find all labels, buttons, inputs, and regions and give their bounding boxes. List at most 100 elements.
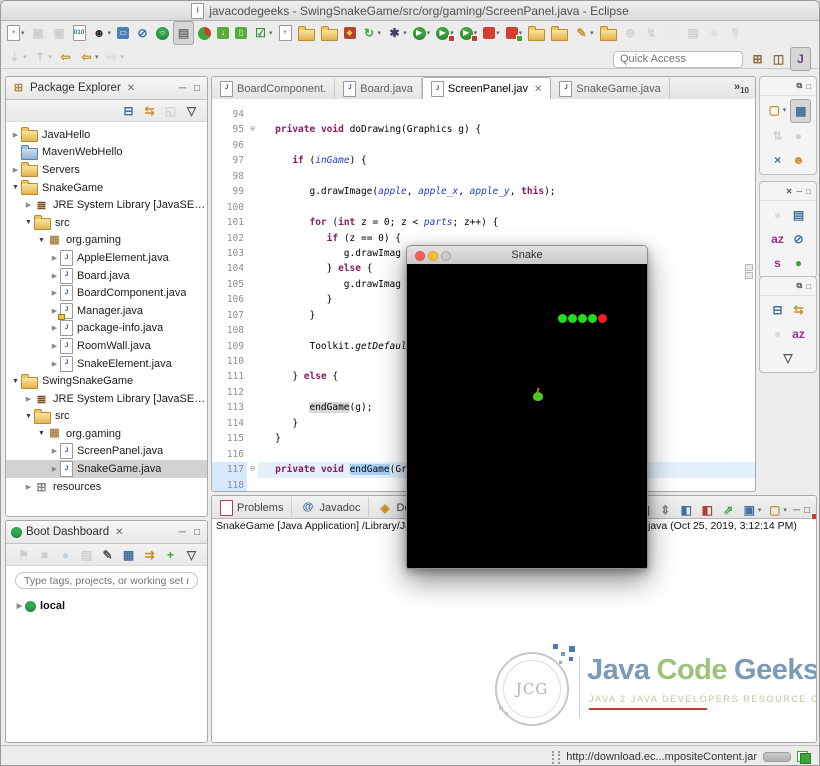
- tree-item[interactable]: ▶JSnakeElement.java: [6, 355, 207, 373]
- tree-item[interactable]: ▶JManager.java: [6, 302, 207, 320]
- import-button[interactable]: [526, 22, 547, 44]
- pin-console-button[interactable]: ⇗: [719, 499, 738, 521]
- tree-item[interactable]: MavenWebHello: [6, 144, 207, 162]
- chevron-right-icon[interactable]: ▶: [49, 360, 60, 368]
- maximize-icon[interactable]: □: [192, 527, 202, 538]
- coverage-button[interactable]: [196, 22, 213, 44]
- chevron-right-icon[interactable]: ▶: [10, 131, 21, 139]
- last-edit-location-button[interactable]: ⇦: [56, 46, 75, 68]
- close-icon[interactable]: ✕: [784, 187, 795, 196]
- remote-desktop-button[interactable]: ▭: [115, 22, 131, 44]
- quick-access-input[interactable]: [613, 51, 743, 68]
- minimize-icon[interactable]: ─: [794, 187, 804, 196]
- chevron-right-icon[interactable]: ▶: [23, 201, 34, 209]
- scroll-lock-button[interactable]: ⇕: [656, 499, 675, 521]
- tree-item[interactable]: ▶JAppleElement.java: [6, 249, 207, 267]
- minimize-icon[interactable]: ─: [177, 83, 188, 94]
- open-type-button[interactable]: [296, 22, 317, 44]
- tree-item[interactable]: ▼src: [6, 408, 207, 426]
- binary-file-button[interactable]: 010: [71, 22, 88, 44]
- hide-link-icon[interactable]: ⊘: [789, 228, 808, 250]
- maximize-icon[interactable]: □: [804, 82, 813, 91]
- perspective-java-button[interactable]: J: [790, 47, 811, 71]
- chevron-right-icon[interactable]: ▶: [49, 254, 60, 262]
- devtools-button[interactable]: ⇉: [140, 544, 159, 566]
- code-line[interactable]: 102 if (z == 0) {: [212, 231, 755, 246]
- maximize-icon[interactable]: □: [192, 83, 202, 94]
- marketplace-button[interactable]: ◆: [342, 22, 358, 44]
- tree-item[interactable]: ▼▦org.gaming: [6, 425, 207, 443]
- tree-item[interactable]: ▶≣JRE System Library [JavaSE-1.8]: [6, 390, 207, 408]
- test-select-button[interactable]: ☑▾: [251, 22, 275, 44]
- tree-item[interactable]: ▶JRoomWall.java: [6, 337, 207, 355]
- run-button[interactable]: ▶▾: [411, 22, 433, 44]
- tree-item[interactable]: ▶JBoard.java: [6, 267, 207, 285]
- overview-ruler-mark[interactable]: [745, 272, 753, 279]
- properties-table-button[interactable]: ▦: [119, 544, 138, 566]
- person-icon[interactable]: ☻: [789, 149, 808, 171]
- boot-menu-button[interactable]: ▽: [182, 544, 201, 566]
- chevron-right-icon[interactable]: ▶: [49, 272, 60, 280]
- chevron-right-icon[interactable]: ▶: [23, 395, 34, 403]
- chevron-down-icon[interactable]: ▼: [23, 219, 34, 226]
- collapse-all-button[interactable]: ⊟: [119, 100, 138, 122]
- chevron-right-icon[interactable]: ▶: [14, 602, 25, 610]
- tree-item[interactable]: ▼src: [6, 214, 207, 232]
- fold-minus-icon[interactable]: ⊖: [247, 122, 258, 137]
- document-icon[interactable]: ▤: [789, 204, 808, 226]
- tree-item[interactable]: ▼SnakeGame: [6, 179, 207, 197]
- code-line[interactable]: 94: [212, 107, 755, 122]
- chevron-right-icon[interactable]: ▶: [10, 166, 21, 174]
- snake-window-titlebar[interactable]: Snake: [407, 246, 647, 265]
- editor-tab-board-java[interactable]: JBoard.java: [335, 78, 422, 99]
- chevron-right-icon[interactable]: ▶: [49, 465, 60, 473]
- restore-icon[interactable]: ⧉: [794, 81, 804, 91]
- open-console-button[interactable]: ▢▾: [765, 499, 789, 521]
- sort-az-icon[interactable]: az: [768, 228, 787, 250]
- tree-item[interactable]: ▶JBoardComponent.java: [6, 284, 207, 302]
- maximize-icon[interactable]: □: [802, 505, 812, 516]
- edit-config-button[interactable]: ✎: [98, 544, 117, 566]
- maximize-icon[interactable]: □: [804, 282, 813, 291]
- chevron-right-icon[interactable]: ▶: [49, 324, 60, 332]
- install-update-icon[interactable]: [797, 751, 811, 764]
- layout-icon[interactable]: ▦: [790, 99, 811, 123]
- editor-tab-screenpanel-jav[interactable]: JScreenPanel.jav✕: [422, 77, 552, 100]
- tree-item[interactable]: ▶JavaHello: [6, 126, 207, 144]
- code-line[interactable]: 101 for (int z = 0; z < parts; z++) {: [212, 215, 755, 230]
- tree-item[interactable]: ▶≣JRE System Library [JavaSE-1.8]: [6, 196, 207, 214]
- close-icon[interactable]: ✕: [534, 84, 542, 95]
- tab-overflow-button[interactable]: »10: [734, 81, 749, 95]
- coverage-run-button[interactable]: ▶▾: [434, 22, 456, 44]
- tree-item[interactable]: ▶Servers: [6, 161, 207, 179]
- code-line[interactable]: 98: [212, 169, 755, 184]
- code-line[interactable]: 96: [212, 138, 755, 153]
- tree-item[interactable]: ▶Jpackage-info.java: [6, 320, 207, 338]
- delete-icon[interactable]: ×: [768, 149, 787, 171]
- tree-item[interactable]: ▼SwingSnakeGame: [6, 372, 207, 390]
- restart-button[interactable]: ↻▾: [360, 22, 384, 44]
- export-button[interactable]: [549, 22, 570, 44]
- drag-handle-icon[interactable]: [552, 751, 560, 764]
- chevron-right-icon[interactable]: ▶: [49, 289, 60, 297]
- perspective-resource-button[interactable]: ◫: [769, 48, 788, 70]
- back-button[interactable]: ⇦▾: [77, 46, 101, 68]
- minimize-icon[interactable]: ─: [791, 505, 802, 516]
- chevron-right-icon[interactable]: ▶: [49, 342, 60, 350]
- code-line[interactable]: 100: [212, 200, 755, 215]
- boot-dashboard-header[interactable]: Boot Dashboard ✕ ─ □: [6, 521, 207, 544]
- console-tab-problems[interactable]: Problems: [212, 497, 292, 518]
- skip-breakpoints-button[interactable]: ⊘: [133, 22, 152, 44]
- external-tools-button[interactable]: ✱▾: [385, 22, 409, 44]
- package-explorer-header[interactable]: ⊞ Package Explorer ✕ ─ □: [6, 77, 207, 100]
- android-install-button[interactable]: ↓: [215, 22, 231, 44]
- link-editor-button[interactable]: ⇆: [140, 100, 159, 122]
- close-icon[interactable]: ✕: [115, 527, 123, 538]
- tree-item[interactable]: ▼▦org.gaming: [6, 232, 207, 250]
- tree-item[interactable]: ▶JScreenPanel.java: [6, 443, 207, 461]
- user-profile-button[interactable]: ☻▾: [90, 22, 114, 44]
- android-device-button[interactable]: ▯: [233, 22, 249, 44]
- stop-button[interactable]: ▾: [481, 22, 502, 44]
- relaunch-button[interactable]: ▾: [504, 22, 525, 44]
- new-wizard-button[interactable]: +▾: [5, 22, 27, 44]
